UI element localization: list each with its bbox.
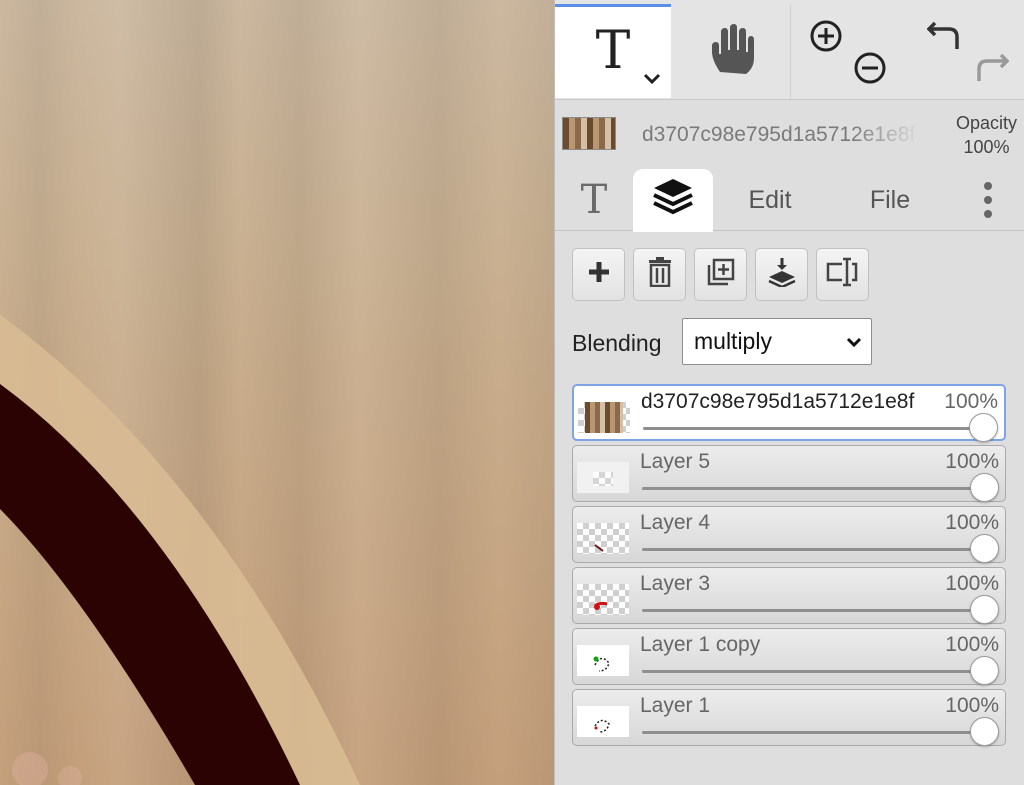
layer-thumbnail	[577, 462, 629, 493]
duplicate-layer-icon	[706, 257, 736, 292]
layer-opacity: 100%	[945, 511, 999, 534]
merge-down-button[interactable]	[755, 248, 808, 301]
delete-layer-button[interactable]	[633, 248, 686, 301]
merge-down-icon	[767, 257, 797, 292]
layer-row[interactable]: Layer 3 100%	[572, 567, 1006, 624]
current-layer-thumbnail	[562, 117, 616, 150]
blending-mode-value: multiply	[694, 328, 772, 354]
layer-actions	[572, 248, 872, 302]
canvas-artwork	[0, 314, 360, 785]
chevron-down-icon[interactable]	[643, 72, 661, 90]
layers-icon	[652, 177, 694, 224]
current-layer-opacity: Opacity 100%	[956, 111, 1017, 159]
redo-icon[interactable]	[973, 51, 1010, 92]
layer-opacity-slider[interactable]	[970, 717, 999, 746]
hand-tool-button[interactable]	[671, 5, 791, 99]
text-tool-icon: T	[595, 20, 631, 81]
panel-tabs: T Edit File	[555, 165, 1024, 232]
add-layer-button[interactable]	[572, 248, 625, 301]
opacity-value: 100%	[963, 137, 1010, 157]
layer-row[interactable]: Layer 4 100%	[572, 506, 1006, 563]
layer-opacity: 100%	[945, 572, 999, 595]
text-T-icon: T	[580, 177, 608, 223]
hand-icon	[706, 23, 756, 81]
history-buttons	[911, 5, 1024, 99]
layer-opacity-slider[interactable]	[970, 473, 999, 502]
layer-opacity: 100%	[945, 633, 999, 656]
side-panel: T d3707c98e795d1a5712e1e8f Opacity 100% …	[554, 0, 1024, 785]
blending-mode-select[interactable]: multiply	[682, 318, 872, 365]
tab-file[interactable]: File	[845, 169, 935, 231]
current-layer-name: d3707c98e795d1a5712e1e8f	[642, 123, 916, 146]
layer-name: d3707c98e795d1a5712e1e8f	[641, 390, 915, 413]
more-menu-icon[interactable]	[965, 169, 1011, 231]
layer-name: Layer 5	[640, 450, 711, 473]
layer-row[interactable]: Layer 1 copy 100%	[572, 628, 1006, 685]
undo-icon[interactable]	[926, 19, 963, 60]
chevron-down-icon	[845, 331, 863, 358]
layer-thumbnail	[577, 706, 629, 737]
layer-thumbnail	[577, 584, 629, 615]
opacity-label: Opacity	[955, 113, 1017, 133]
layer-opacity: 100%	[944, 390, 998, 413]
layer-opacity-track	[642, 609, 983, 612]
delete-layer-icon	[648, 257, 672, 292]
duplicate-layer-button[interactable]	[694, 248, 747, 301]
text-tool-button[interactable]: T	[555, 4, 671, 98]
layer-opacity-track	[643, 427, 982, 430]
blending-control: Blending multiply	[572, 318, 892, 366]
toolbar: T	[555, 0, 1024, 100]
layer-name: Layer 1	[640, 694, 711, 717]
layer-opacity-track	[642, 548, 983, 551]
layer-opacity-track	[642, 487, 983, 490]
layer-row[interactable]: Layer 5 100%	[572, 445, 1006, 502]
blending-label: Blending	[572, 330, 662, 356]
add-layer-icon	[587, 260, 611, 289]
tab-edit[interactable]: Edit	[725, 169, 815, 231]
tab-text[interactable]: T	[555, 169, 633, 231]
layer-opacity-slider[interactable]	[969, 413, 998, 442]
rename-layer-icon	[826, 257, 860, 292]
layer-name: Layer 1 copy	[640, 633, 761, 656]
layer-opacity-track	[642, 670, 983, 673]
layer-thumbnail	[578, 402, 630, 433]
layer-name: Layer 4	[640, 511, 711, 534]
zoom-in-icon[interactable]	[809, 19, 843, 58]
layer-opacity: 100%	[945, 694, 999, 717]
layer-opacity: 100%	[945, 450, 999, 473]
current-layer-info: d3707c98e795d1a5712e1e8f Opacity 100%	[555, 101, 1024, 165]
tab-layers[interactable]	[633, 169, 713, 232]
zoom-buttons	[791, 5, 911, 99]
layer-opacity-slider[interactable]	[970, 595, 999, 624]
layer-row[interactable]: Layer 1 100%	[572, 689, 1006, 746]
layer-opacity-track	[642, 731, 983, 734]
layer-thumbnail	[577, 645, 629, 676]
image-canvas[interactable]	[0, 0, 554, 785]
zoom-out-icon[interactable]	[853, 51, 887, 90]
layer-name: Layer 3	[640, 572, 711, 595]
layer-row[interactable]: d3707c98e795d1a5712e1e8f 100%	[572, 384, 1006, 442]
rename-layer-button[interactable]	[816, 248, 869, 301]
layer-thumbnail	[577, 523, 629, 554]
layer-opacity-slider[interactable]	[970, 656, 999, 685]
layer-opacity-slider[interactable]	[970, 534, 999, 563]
